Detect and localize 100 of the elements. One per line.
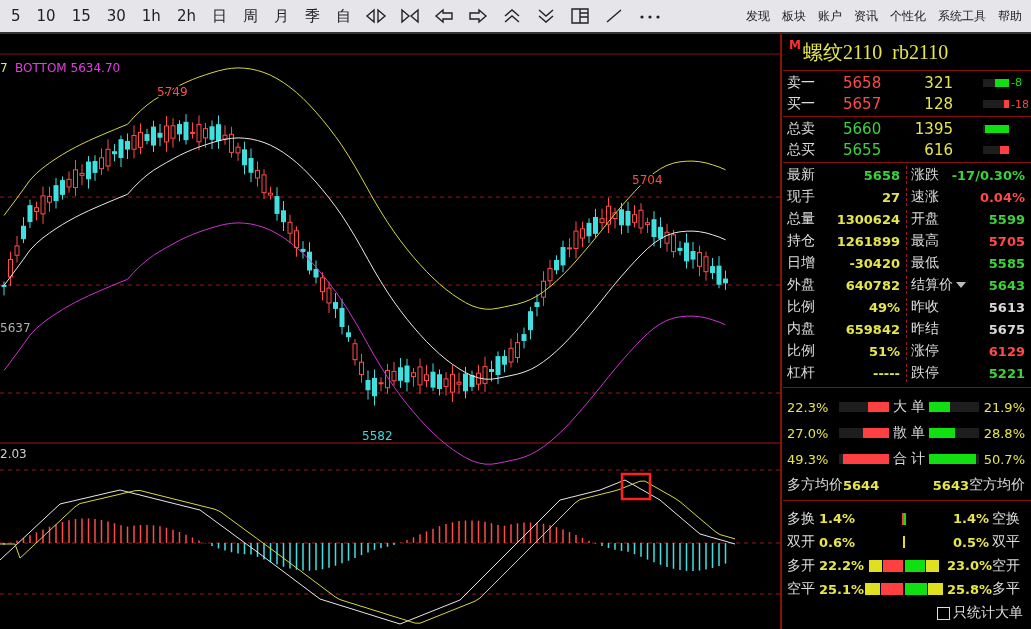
stat-label: 最低	[911, 254, 939, 272]
stat-label: 杠杆	[787, 364, 815, 382]
volume-value: 321	[923, 73, 953, 92]
stat-label: 日增	[787, 254, 815, 272]
position-value: 0.5%	[951, 534, 989, 550]
position-value: 1.4%	[819, 511, 857, 527]
stat-label: 总量	[787, 210, 815, 228]
stat-value: 5675	[988, 321, 1025, 337]
position-label: 双开	[787, 533, 815, 552]
row-label: 卖一	[787, 73, 816, 92]
legend-value: 7	[0, 61, 8, 75]
percent-value: 50.7%	[982, 451, 1025, 467]
stat-value: -17/0.30%	[951, 167, 1025, 183]
stat-label: 持仓	[787, 232, 815, 250]
volume-value: 128	[923, 95, 953, 114]
price-value: 5657	[843, 95, 883, 114]
position-label: 多换	[787, 509, 815, 528]
position-label: 空平	[787, 580, 815, 599]
stat-value: 640782	[845, 277, 900, 293]
menu-item[interactable]: 发现	[741, 7, 775, 25]
avg-value: 5644	[843, 477, 880, 493]
flow-label: 合 计	[891, 450, 927, 468]
stat-value: 1261899	[836, 233, 900, 249]
stat-value: 27	[881, 189, 900, 205]
stat-label: 结算价	[911, 276, 953, 294]
indicator-value: 2.03	[0, 447, 27, 461]
position-value: 0.6%	[819, 534, 857, 550]
stat-label: 最新	[787, 166, 815, 184]
percent-value: 28.8%	[982, 425, 1025, 441]
price-label: 5637	[0, 321, 31, 335]
row-label: 买一	[787, 95, 816, 114]
stat-value: 659842	[845, 321, 900, 337]
market-label: M	[789, 38, 801, 52]
price-label: 5582	[362, 429, 393, 443]
large-orders-checkbox[interactable]: 只统计大单	[937, 604, 1023, 622]
avg-label: 空方均价	[969, 476, 1025, 494]
period-button[interactable]: 30	[99, 7, 133, 25]
stat-label: 外盘	[787, 276, 815, 294]
stat-label: 比例	[787, 342, 815, 360]
period-button[interactable]: 月	[266, 6, 296, 26]
period-button[interactable]: 季	[297, 6, 327, 26]
stat-value: -30420	[849, 255, 900, 271]
volume-value: 1395	[913, 119, 953, 138]
position-label: 空换	[992, 509, 1020, 528]
stat-label: 涨跌	[911, 166, 939, 184]
stat-label: 跌停	[911, 364, 939, 382]
stat-label: 涨停	[911, 342, 939, 360]
period-button[interactable]: 2h	[169, 7, 203, 25]
percent-value: 22.3%	[787, 399, 830, 415]
legend-value: BOTTOM 5634.70	[15, 61, 121, 75]
percent-value: 49.3%	[787, 451, 830, 467]
position-label: 双平	[992, 533, 1020, 552]
stat-value: 49%	[868, 299, 900, 315]
position-label: 多平	[992, 580, 1020, 599]
stat-label: 开盘	[911, 210, 939, 228]
menu-item[interactable]: 帮助	[993, 7, 1027, 25]
stat-value: 5658	[863, 167, 900, 183]
period-button[interactable]: 周	[235, 6, 265, 26]
stat-label: 速涨	[911, 188, 939, 206]
position-value: 1.4%	[951, 511, 989, 527]
period-button[interactable]: 1h	[134, 7, 168, 25]
stat-value: 5599	[988, 211, 1025, 227]
price-value: 5660	[843, 119, 883, 138]
stat-value: 1300624	[836, 211, 900, 227]
menu-item[interactable]: 账户	[813, 7, 847, 25]
row-label: 总买	[787, 141, 816, 160]
stat-label: 现手	[787, 188, 815, 206]
stat-value: 5613	[988, 299, 1025, 315]
change-value: -8	[1011, 76, 1023, 90]
percent-value: 21.9%	[982, 399, 1025, 415]
flow-label: 大 单	[891, 398, 927, 416]
menu-item[interactable]: 个性化	[885, 7, 931, 25]
menu-item[interactable]: 板块	[777, 7, 811, 25]
stat-label: 昨收	[911, 298, 939, 316]
stat-value: -----	[873, 365, 900, 381]
stat-value: 0.04%	[979, 189, 1025, 205]
period-button[interactable]: 5	[4, 7, 28, 25]
menu-item[interactable]: 系统工具	[933, 7, 991, 25]
change-value: -18	[1011, 97, 1030, 111]
volume-value: 616	[923, 141, 953, 160]
stat-label: 昨结	[911, 320, 939, 338]
stat-label: 最高	[911, 232, 939, 250]
contract-code: rb2110	[892, 40, 949, 64]
stat-value: 6129	[988, 343, 1025, 359]
stat-label: 内盘	[787, 320, 815, 338]
period-button[interactable]: 日	[204, 6, 234, 26]
menu-item[interactable]: 资讯	[849, 7, 883, 25]
stat-value: 5221	[988, 365, 1025, 381]
period-button[interactable]: 10	[29, 7, 63, 25]
period-button[interactable]: 15	[64, 7, 98, 25]
flow-label: 散 单	[891, 424, 927, 442]
contract-name: 螺纹2110	[802, 39, 883, 65]
stat-label: 比例	[787, 298, 815, 316]
stat-value: 5705	[988, 233, 1025, 249]
position-label: 多开	[787, 556, 815, 575]
stat-value: 51%	[868, 343, 900, 359]
avg-value: 5643	[932, 477, 969, 493]
row-label: 总卖	[787, 119, 816, 138]
price-value: 5658	[843, 73, 883, 92]
period-button[interactable]: 自	[328, 6, 358, 26]
